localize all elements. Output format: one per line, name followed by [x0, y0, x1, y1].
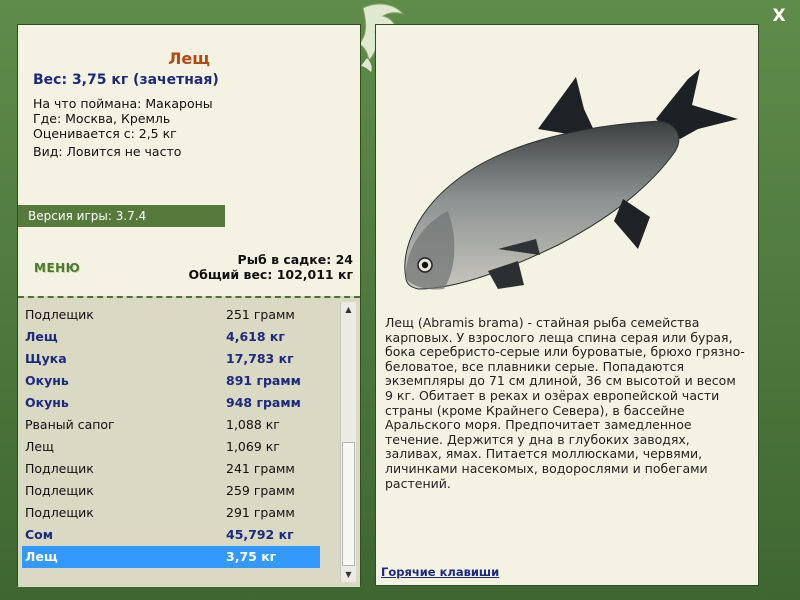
list-item-name: Щука — [25, 351, 67, 366]
list-item-name: Подлещик — [25, 483, 94, 498]
list-item-weight: 17,783 кг — [226, 351, 294, 366]
list-item[interactable]: Подлещик 291 грамм — [22, 502, 320, 524]
fish-count-label: Рыб в садке: 24 — [237, 252, 353, 267]
list-item-name: Подлещик — [25, 461, 94, 476]
fish-title: Лещ — [168, 49, 210, 68]
list-item-weight: 241 грамм — [226, 461, 295, 476]
list-item-weight: 3,75 кг — [226, 549, 277, 564]
list-item-weight: 1,088 кг — [226, 417, 280, 432]
list-item-weight: 259 грамм — [226, 483, 295, 498]
version-bar: Версия игры: 3.7.4 — [18, 205, 225, 227]
total-weight-label: Общий вес: 102,011 кг — [188, 267, 354, 282]
location-label: Где: Москва, Кремль — [33, 111, 171, 126]
list-item-weight: 45,792 кг — [226, 527, 294, 542]
list-item[interactable]: Подлещик 241 грамм — [22, 458, 320, 480]
catch-stats: Рыб в садке: 24 Общий вес: 102,011 кг — [189, 252, 354, 282]
list-item-weight: 1,069 кг — [226, 439, 280, 454]
list-item[interactable]: Лещ 4,618 кг — [22, 326, 320, 348]
list-item[interactable]: Окунь 891 грамм — [22, 370, 320, 392]
list-item-name: Окунь — [25, 373, 69, 388]
scroll-thumb[interactable] — [342, 442, 355, 566]
list-item-name: Лещ — [25, 439, 54, 454]
caught-on-label: На что поймана: Макароны — [33, 96, 213, 111]
list-item-name: Лещ — [25, 549, 58, 564]
list-item[interactable]: Щука 17,783 кг — [22, 348, 320, 370]
close-icon[interactable]: X — [768, 5, 790, 27]
hotkeys-link[interactable]: Горячие клавиши — [381, 565, 499, 579]
list-item-name: Подлещик — [25, 505, 94, 520]
list-item-name: Окунь — [25, 395, 69, 410]
scroll-down-icon[interactable]: ▼ — [341, 567, 356, 582]
list-item-weight: 4,618 кг — [226, 329, 285, 344]
list-item[interactable]: Подлещик 251 грамм — [22, 304, 320, 326]
list-item-weight: 948 грамм — [226, 395, 301, 410]
list-item[interactable]: Окунь 948 грамм — [22, 392, 320, 414]
list-item-selected[interactable]: Лещ 3,75 кг — [22, 546, 320, 568]
scroll-up-icon[interactable]: ▲ — [341, 302, 356, 317]
list-item[interactable]: Лещ 1,069 кг — [22, 436, 320, 458]
list-scrollbar[interactable]: ▲ ▼ — [340, 302, 356, 582]
list-item[interactable]: Сом 45,792 кг — [22, 524, 320, 546]
menu-button[interactable]: МЕНЮ — [34, 261, 80, 275]
list-item-name: Подлещик — [25, 307, 94, 322]
species-type-label: Вид: Ловится не часто — [33, 144, 182, 159]
list-item-weight: 291 грамм — [226, 505, 295, 520]
right-panel: Лещ (Abramis brama) - стайная рыба семей… — [375, 24, 759, 586]
list-item-weight: 251 грамм — [226, 307, 295, 322]
list-item[interactable]: Подлещик 259 грамм — [22, 480, 320, 502]
fish-description: Лещ (Abramis brama) - стайная рыба семей… — [385, 315, 745, 491]
rated-from-label: Оценивается с: 2,5 кг — [33, 126, 177, 141]
left-panel: Лещ Вес: 3,75 кг (зачетная) На что пойма… — [17, 24, 361, 587]
list-item-name: Сом — [25, 527, 53, 542]
list-item-name: Рваный сапог — [25, 417, 115, 432]
list-item[interactable]: Рваный сапог 1,088 кг — [22, 414, 320, 436]
list-item-name: Лещ — [25, 329, 58, 344]
catch-list[interactable]: Подлещик 251 грамм Лещ 4,618 кг Щука 17,783… — [18, 296, 360, 587]
bream-fish-image — [404, 69, 738, 290]
list-item-weight: 891 грамм — [226, 373, 301, 388]
fish-weight: Вес: 3,75 кг (зачетная) — [33, 72, 219, 88]
